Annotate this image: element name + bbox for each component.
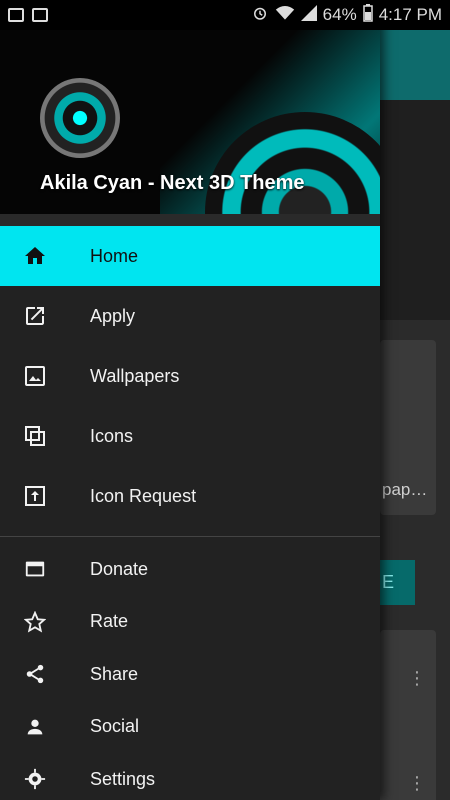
wifi-icon [275, 5, 295, 26]
alarm-icon [251, 4, 269, 27]
copy-icon [22, 423, 48, 449]
menu-item-label: Wallpapers [90, 365, 180, 386]
menu-item-label: Apply [90, 305, 136, 326]
drawer-menu: Home Apply Wallpapers Icons Icon Request [0, 226, 380, 800]
app-logo [40, 78, 120, 158]
screenshot-notification-icon [32, 8, 48, 22]
menu-item-label: Social [90, 716, 140, 737]
more-vert-icon: ⋮ [408, 669, 426, 687]
gear-icon [22, 766, 48, 792]
background-card-label: pap… [382, 480, 428, 499]
menu-item-rate[interactable]: Rate [0, 596, 380, 649]
menu-item-icons[interactable]: Icons [0, 406, 380, 466]
menu-item-label: Home [90, 245, 139, 266]
menu-item-social[interactable]: Social [0, 701, 380, 754]
header-divider [0, 214, 380, 226]
star-icon [22, 609, 48, 635]
battery-percent: 64% [322, 5, 357, 24]
open-in-new-icon [22, 303, 48, 329]
menu-item-donate[interactable]: Donate [0, 543, 380, 596]
status-bar: 64% 4:17 PM [0, 0, 450, 30]
upload-icon [22, 483, 48, 509]
menu-item-label: Rate [90, 611, 129, 632]
home-icon [22, 243, 48, 269]
menu-item-share[interactable]: Share [0, 648, 380, 701]
more-vert-icon: ⋮ [408, 774, 426, 792]
card-icon [22, 556, 48, 582]
background-button: E [380, 560, 415, 605]
menu-item-wallpapers[interactable]: Wallpapers [0, 346, 380, 406]
menu-item-apply[interactable]: Apply [0, 286, 380, 346]
signal-icon [300, 4, 317, 26]
person-icon [22, 714, 48, 740]
menu-item-label: Share [90, 663, 139, 684]
background-app-content: pap… E ⋮ ⋮ [380, 30, 450, 800]
menu-item-label: Icons [90, 425, 134, 446]
battery-icon [362, 3, 373, 27]
menu-item-icon-request[interactable]: Icon Request [0, 466, 380, 526]
menu-item-settings[interactable]: Settings [0, 753, 380, 800]
clock: 4:17 PM [378, 5, 442, 24]
menu-item-home[interactable]: Home [0, 226, 380, 286]
background-banner [380, 100, 450, 320]
gallery-notification-icon [8, 8, 24, 22]
app-title: Akila Cyan - Next 3D Theme [40, 172, 305, 194]
navigation-drawer: Akila Cyan - Next 3D Theme Home Apply Wa… [0, 0, 380, 800]
share-icon [22, 661, 48, 687]
menu-item-label: Settings [90, 768, 156, 789]
menu-item-label: Donate [90, 558, 149, 579]
image-icon [22, 363, 48, 389]
background-toolbar [380, 30, 450, 100]
menu-item-label: Icon Request [90, 485, 197, 506]
drawer-header: Akila Cyan - Next 3D Theme [0, 0, 380, 216]
menu-divider [0, 536, 380, 537]
